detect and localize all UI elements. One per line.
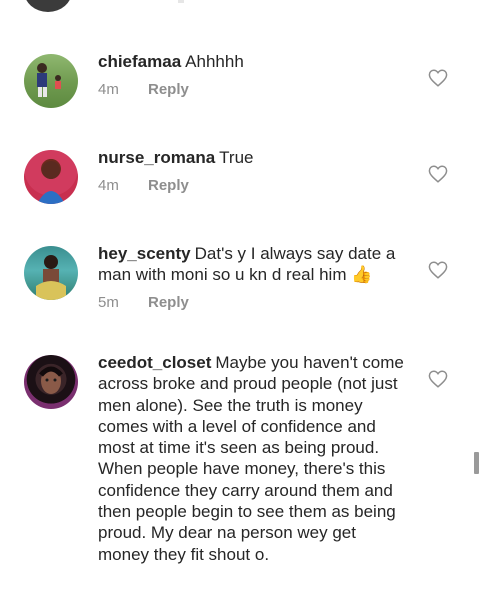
- heart-icon[interactable]: [428, 261, 448, 279]
- comment-text: nurse_romana True: [98, 147, 410, 168]
- comment-body: Maybe you haven't come across broke and …: [98, 353, 404, 564]
- comment-username[interactable]: hey_scenty: [98, 244, 191, 263]
- avatar-photo: [37, 63, 61, 97]
- comment-username[interactable]: ceedot_closet: [98, 353, 211, 372]
- avatar[interactable]: [24, 0, 72, 12]
- heart-icon[interactable]: [428, 165, 448, 183]
- avatar[interactable]: [24, 246, 78, 300]
- comment-username[interactable]: nurse_romana: [98, 148, 215, 167]
- comment-text: chiefamaa Ahhhhh: [98, 51, 410, 72]
- comment-body: True: [219, 148, 254, 167]
- reply-button[interactable]: Reply: [148, 177, 189, 194]
- heart-icon[interactable]: [428, 69, 448, 87]
- comment-body: Ahhhhh: [185, 52, 244, 71]
- heart-icon[interactable]: [428, 370, 448, 388]
- avatar[interactable]: [24, 355, 78, 409]
- avatar-photo: [37, 161, 65, 204]
- reply-button[interactable]: Reply: [148, 294, 189, 311]
- avatar-photo: [36, 255, 66, 300]
- avatar-photo: [39, 366, 63, 394]
- comment-time: 4m: [98, 81, 119, 98]
- comment-text: hey_scenty Dat's y I always say date a ma…: [98, 243, 410, 286]
- avatar[interactable]: [24, 54, 78, 108]
- comment-time: 4m: [98, 177, 119, 194]
- comment-meta: 4m Reply: [98, 177, 189, 194]
- comment-time: 5m: [98, 294, 119, 311]
- comment-text: ceedot_closet Maybe you haven't come acro…: [98, 352, 410, 565]
- reply-button[interactable]: Reply: [148, 81, 189, 98]
- avatar[interactable]: [24, 150, 78, 204]
- scrollbar[interactable]: [474, 452, 479, 474]
- divider: [178, 0, 184, 3]
- comment-username[interactable]: chiefamaa: [98, 52, 181, 71]
- comment-meta: 5m Reply: [98, 294, 189, 311]
- comment-meta: 4m Reply: [98, 81, 189, 98]
